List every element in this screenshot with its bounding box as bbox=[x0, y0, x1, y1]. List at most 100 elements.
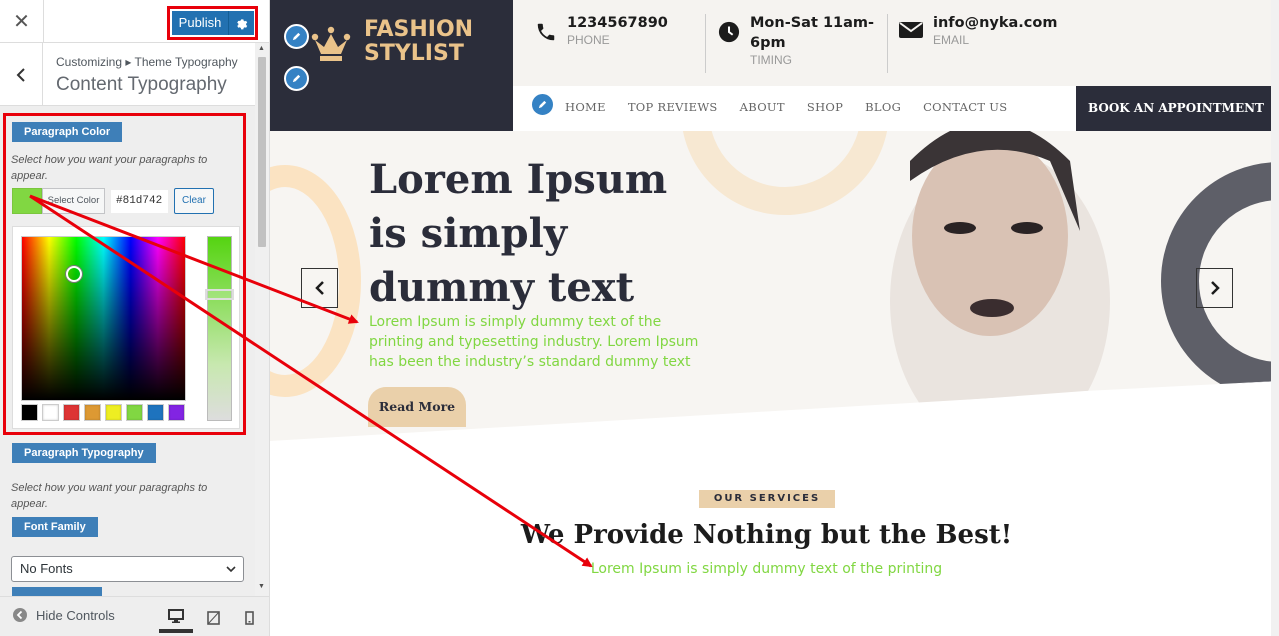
contact-topbar: 1234567890 PHONE Mon-Sat 11am- 6pm TIMING… bbox=[513, 0, 1271, 86]
lightness-slider-handle[interactable] bbox=[205, 289, 234, 300]
publish-button[interactable]: Publish bbox=[172, 11, 228, 35]
nav-item-shop[interactable]: SHOP bbox=[807, 100, 843, 114]
close-customizer-button[interactable]: ✕ bbox=[0, 0, 44, 43]
section-title: Content Typography bbox=[56, 74, 227, 95]
clock-icon bbox=[718, 21, 740, 43]
font-family-label: Font Family bbox=[12, 517, 98, 537]
chevron-left-icon bbox=[314, 281, 324, 295]
preview-tablet-button[interactable] bbox=[196, 603, 230, 633]
scroll-down-arrow-icon[interactable]: ▼ bbox=[258, 583, 265, 590]
site-logo-area: FASHION STYLIST bbox=[270, 0, 513, 131]
palette-swatch[interactable] bbox=[63, 404, 80, 421]
nav-item-contact-us[interactable]: CONTACT US bbox=[923, 100, 1007, 114]
breadcrumb: Customizing ▸ Theme Typography bbox=[56, 55, 238, 69]
nav-links: HOME TOP REVIEWS ABOUT SHOP BLOG CONTACT… bbox=[565, 100, 1007, 114]
slider-prev-button[interactable] bbox=[301, 268, 338, 308]
timing-label: TIMING bbox=[750, 53, 792, 67]
crown-icon bbox=[311, 26, 351, 61]
font-family-select[interactable]: No Fonts bbox=[11, 556, 244, 582]
services-label: OUR SERVICES bbox=[699, 490, 835, 508]
nav-item-blog[interactable]: BLOG bbox=[865, 100, 901, 114]
logo-line-2: STYLIST bbox=[364, 41, 464, 66]
edit-menu-shortcut[interactable] bbox=[530, 92, 555, 117]
slider-next-button[interactable] bbox=[1196, 268, 1233, 308]
phone-icon bbox=[537, 23, 555, 41]
palette-swatch[interactable] bbox=[168, 404, 185, 421]
palette-swatch[interactable] bbox=[42, 404, 59, 421]
customizer-header-bar: ✕ Publish bbox=[0, 0, 269, 43]
select-color-button[interactable]: Select Color bbox=[42, 188, 105, 214]
paragraph-typography-label: Paragraph Typography bbox=[12, 443, 156, 463]
sidebar-scrollbar[interactable]: ▲ ▼ bbox=[255, 43, 269, 596]
scroll-up-arrow-icon[interactable]: ▲ bbox=[258, 45, 265, 52]
read-more-button[interactable]: Read More bbox=[368, 387, 466, 427]
customizer-footer: Hide Controls bbox=[0, 596, 269, 636]
logo-line-1: FASHION bbox=[364, 17, 474, 42]
paragraph-color-label: Paragraph Color bbox=[12, 122, 123, 142]
hex-color-input[interactable]: #81d742 bbox=[110, 189, 169, 214]
email-label: EMAIL bbox=[933, 33, 970, 47]
desktop-icon bbox=[168, 609, 184, 623]
email-address[interactable]: info@nyka.com bbox=[933, 13, 1057, 33]
back-button[interactable] bbox=[0, 43, 43, 106]
preview-mobile-button[interactable] bbox=[232, 603, 266, 633]
contact-timing: Mon-Sat 11am- 6pm TIMING bbox=[718, 13, 874, 68]
contact-phone: 1234567890 PHONE bbox=[535, 13, 668, 48]
site-preview: FASHION STYLIST 1234567890 PHONE Mon-Sat … bbox=[270, 0, 1279, 636]
timing-line-1: Mon-Sat 11am- bbox=[750, 15, 875, 31]
edit-title-shortcut[interactable] bbox=[284, 66, 309, 91]
pencil-icon bbox=[538, 100, 547, 109]
current-color-swatch[interactable] bbox=[12, 188, 42, 214]
palette-swatch[interactable] bbox=[21, 404, 38, 421]
collapse-arrow-icon bbox=[13, 608, 27, 622]
close-icon: ✕ bbox=[13, 11, 30, 33]
divider bbox=[887, 14, 888, 73]
site-logo-text[interactable]: FASHION STYLIST bbox=[364, 18, 473, 66]
palette-swatch[interactable] bbox=[84, 404, 101, 421]
pencil-icon bbox=[292, 74, 301, 83]
hero-title: Lorem Ipsum is simply dummy text bbox=[369, 156, 668, 311]
chevron-left-icon bbox=[16, 67, 25, 82]
publish-highlight-box: Publish bbox=[167, 6, 258, 40]
next-label-partial bbox=[12, 587, 102, 596]
scroll-thumb[interactable] bbox=[258, 57, 266, 247]
hide-controls-button[interactable]: Hide Controls bbox=[12, 607, 115, 623]
color-saturation-square[interactable] bbox=[21, 236, 186, 401]
palette-swatch[interactable] bbox=[147, 404, 164, 421]
preview-desktop-button[interactable] bbox=[159, 603, 193, 633]
edit-logo-shortcut[interactable] bbox=[284, 24, 309, 49]
book-appointment-button[interactable]: BOOK AN APPOINTMENT » bbox=[1076, 86, 1271, 160]
customizer-sidebar: ✕ Publish Customizing ▸ Theme Typography… bbox=[0, 0, 270, 636]
timing-line-2: 6pm bbox=[750, 35, 786, 51]
color-palette bbox=[21, 404, 185, 421]
phone-label: PHONE bbox=[567, 33, 610, 47]
chevron-right-icon bbox=[1210, 281, 1220, 295]
preview-scrollbar[interactable] bbox=[1271, 0, 1279, 636]
contact-email: info@nyka.com EMAIL bbox=[899, 13, 1057, 48]
publish-settings-button[interactable] bbox=[228, 11, 254, 35]
clear-color-button[interactable]: Clear bbox=[174, 188, 214, 214]
divider bbox=[705, 14, 706, 73]
palette-swatch[interactable] bbox=[105, 404, 122, 421]
quick-quote-banner[interactable]: Need a Quick Quote? We can help! bbox=[996, 413, 1268, 429]
color-lightness-slider[interactable] bbox=[205, 236, 234, 421]
hero-slider: Lorem Ipsum is simply dummy text Lorem I… bbox=[270, 131, 1279, 441]
tablet-icon bbox=[206, 611, 220, 625]
hide-controls-label: Hide Controls bbox=[36, 607, 115, 623]
nav-item-home[interactable]: HOME bbox=[565, 100, 606, 114]
pencil-icon bbox=[292, 32, 301, 41]
phone-number[interactable]: 1234567890 bbox=[567, 13, 668, 33]
nav-item-about[interactable]: ABOUT bbox=[740, 100, 785, 114]
nav-item-top-reviews[interactable]: TOP REVIEWS bbox=[628, 100, 718, 114]
envelope-icon bbox=[899, 22, 923, 38]
services-paragraph: Lorem Ipsum is simply dummy text of the … bbox=[590, 561, 943, 577]
font-family-value: No Fonts bbox=[20, 561, 73, 576]
palette-swatch[interactable] bbox=[126, 404, 143, 421]
services-title: We Provide Nothing but the Best! bbox=[520, 520, 1013, 550]
gear-icon bbox=[237, 18, 248, 29]
mobile-icon bbox=[244, 611, 254, 625]
paragraph-typography-description: Select how you want your paragraphs to a… bbox=[11, 482, 208, 510]
section-header: Customizing ▸ Theme Typography Content T… bbox=[0, 43, 255, 106]
book-appointment-label: BOOK AN APPOINTMENT bbox=[1088, 101, 1264, 115]
saturation-handle[interactable] bbox=[66, 266, 82, 282]
